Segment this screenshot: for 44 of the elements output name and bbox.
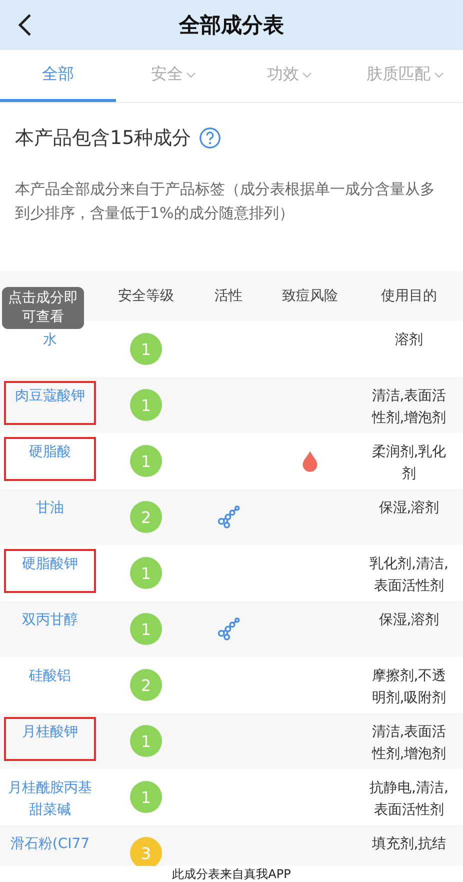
- page-title: 全部成分表: [179, 12, 284, 39]
- filter-tab[interactable]: 安全: [116, 50, 232, 102]
- purpose-text: 乳化剂,清洁,表面活性剂: [368, 555, 450, 596]
- ingredient-link[interactable]: 硬脂酸钾: [4, 549, 96, 593]
- safety-level-badge: 3: [130, 837, 162, 869]
- ingredient-count-title: 本产品包含15种成分: [15, 126, 192, 151]
- purpose-text: 溶剂: [394, 331, 424, 350]
- column-header: 使用目的: [380, 287, 438, 305]
- safety-level-badge: 1: [130, 725, 162, 757]
- back-icon[interactable]: [18, 13, 32, 37]
- safety-level-badge: 1: [130, 333, 162, 365]
- safety-level-badge: 1: [130, 613, 162, 645]
- purpose-text: 清洁,表面活性剂,增泡剂: [370, 723, 448, 764]
- ingredient-link[interactable]: 滑石粉(CI77: [4, 829, 96, 859]
- footer-note: 此成分表来自真我APP: [0, 866, 463, 882]
- filter-tab[interactable]: 全部: [0, 50, 116, 102]
- description-text: 本产品全部成分来自于产品标签（成分表根据单一成分含量从多到少排序，含量低于1%的成分随意排列）: [15, 179, 436, 224]
- purpose-text: 保湿,溶剂: [378, 611, 440, 630]
- ingredient-link[interactable]: 月桂酰胺丙基甜菜碱: [4, 773, 96, 825]
- safety-level-badge: 2: [130, 669, 162, 701]
- safety-level-badge: 1: [130, 389, 162, 421]
- filter-tab[interactable]: 功效: [232, 50, 348, 102]
- ingredient-link[interactable]: 肉豆蔻酸钾: [4, 381, 96, 425]
- ingredient-link[interactable]: 硅酸铝: [4, 661, 96, 691]
- ingredient-link[interactable]: 月桂酸钾: [4, 717, 96, 761]
- purpose-text: 保湿,溶剂: [378, 499, 440, 518]
- purpose-text: 填充剂,抗结: [370, 835, 448, 854]
- column-header: 致痘风险: [281, 287, 339, 305]
- column-header: 活性: [214, 287, 244, 305]
- purpose-text: 抗静电,清洁,表面活性剂: [368, 779, 450, 820]
- column-header: 安全等级: [117, 287, 175, 305]
- purpose-text: 摩擦剂,不透明剂,吸附剂: [370, 667, 448, 708]
- tooltip: 点击成分即可查看: [2, 287, 84, 329]
- help-icon[interactable]: [199, 127, 222, 149]
- purpose-text: 清洁,表面活性剂,增泡剂: [370, 387, 448, 428]
- ingredient-link[interactable]: 甘油: [4, 493, 96, 523]
- safety-level-badge: 1: [130, 445, 162, 477]
- ingredient-link[interactable]: 硬脂酸: [4, 437, 96, 481]
- purpose-text: 柔润剂,乳化剂: [370, 443, 448, 484]
- ingredient-link[interactable]: 双丙甘醇: [4, 605, 96, 635]
- safety-level-badge: 1: [130, 557, 162, 589]
- filter-tab[interactable]: 肤质匹配: [347, 50, 463, 102]
- safety-level-badge: 1: [130, 781, 162, 813]
- safety-level-badge: 2: [130, 501, 162, 533]
